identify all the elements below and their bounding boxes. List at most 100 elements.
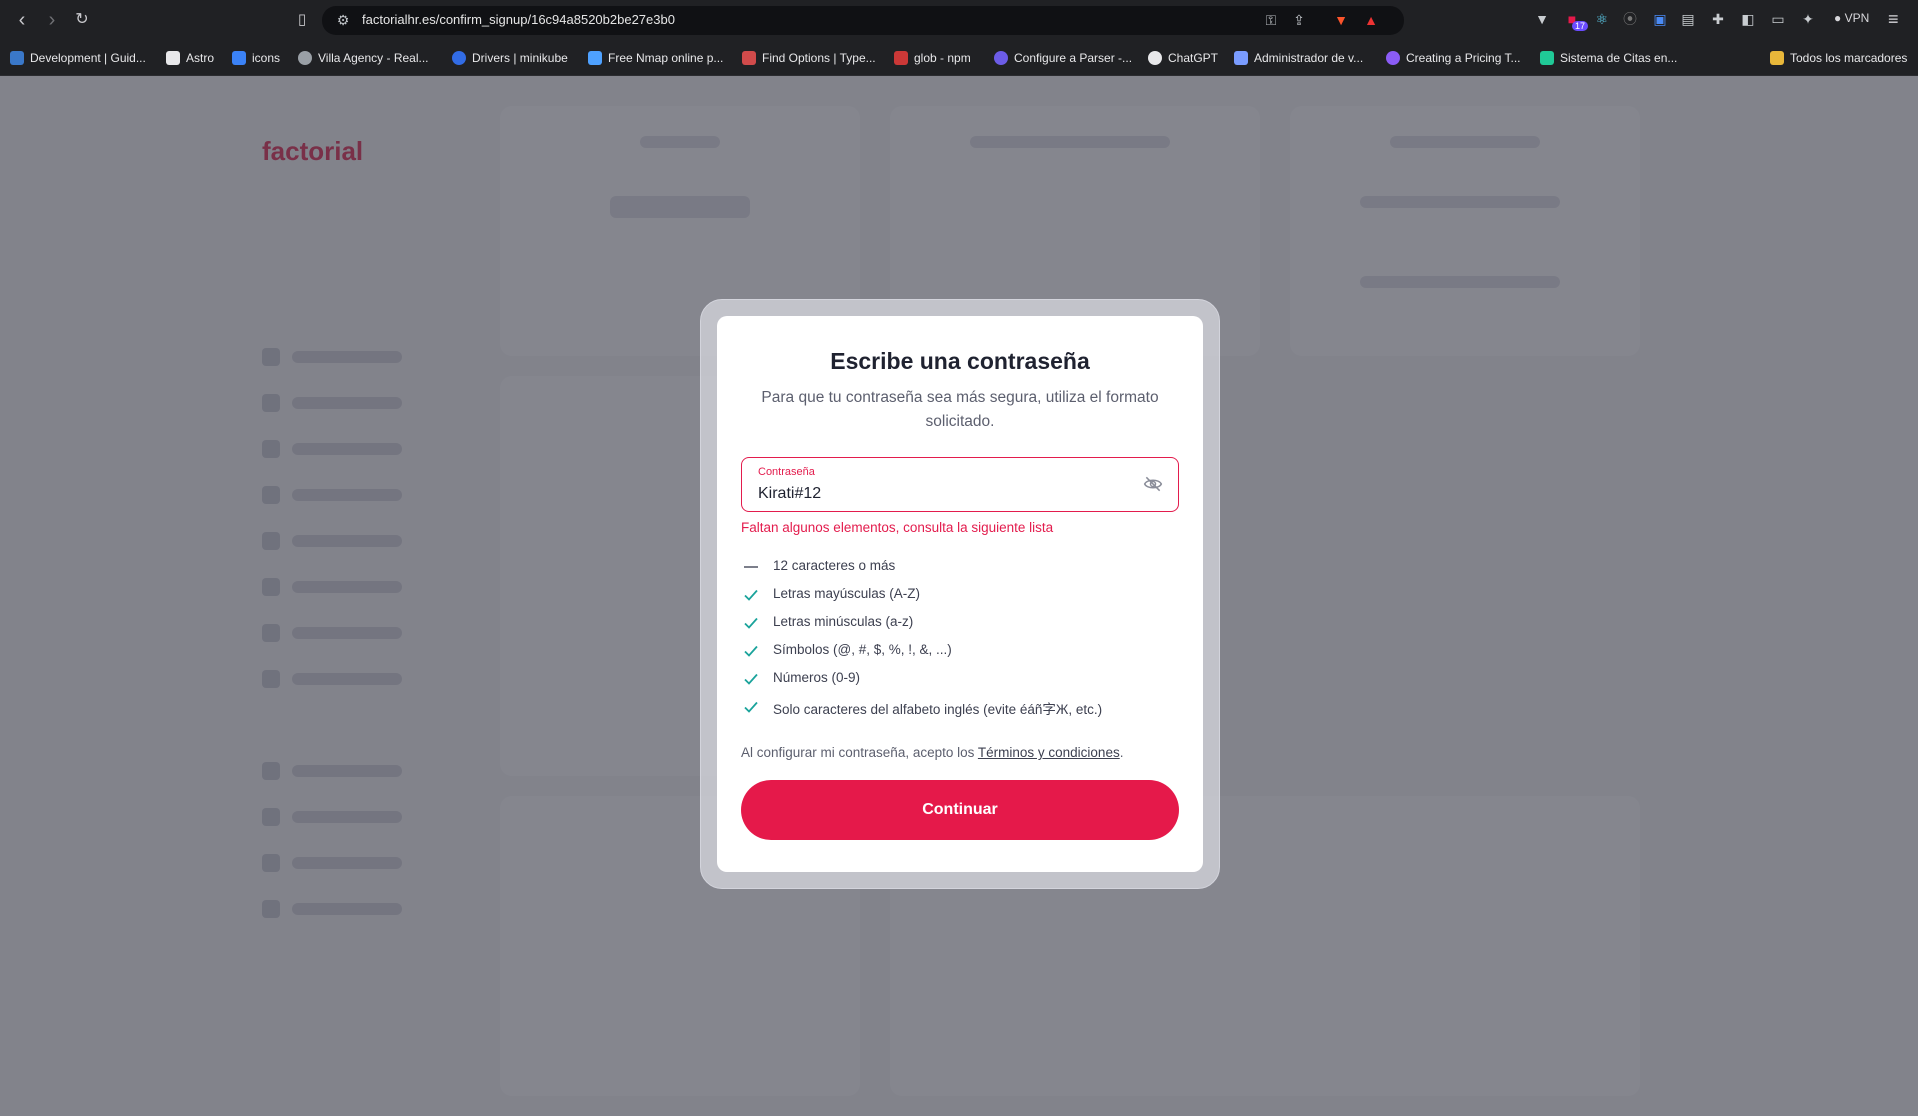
bookmark-label: Configure a Parser -... — [1014, 51, 1133, 65]
bookmark-label: Administrador de v... — [1254, 51, 1364, 65]
rule-text: 12 caracteres o más — [773, 558, 896, 573]
chatgpt-icon — [1148, 51, 1162, 65]
rule-text: Letras minúsculas (a-z) — [773, 614, 914, 629]
parser-icon — [994, 51, 1008, 65]
brave-shield-icon[interactable]: ▼ — [1332, 11, 1350, 29]
bookmark-label: Villa Agency - Real... — [318, 51, 429, 65]
all-bookmarks[interactable]: Todos los marcadores — [1770, 48, 1907, 68]
password-rule-item: Símbolos (@, #, $, %, !, &, ...) — [741, 639, 1181, 667]
password-dialog: Escribe una contraseña Para que tu contr… — [717, 316, 1203, 872]
admin-icon — [1234, 51, 1248, 65]
bookmark-item[interactable]: Astro — [166, 48, 214, 68]
bookmark-label: icons — [252, 51, 281, 65]
key-icon[interactable]: ⚿ — [1262, 11, 1280, 29]
rule-text: Solo caracteres del alfabeto inglés (evi… — [773, 702, 1103, 717]
extension-badge-count: 17 — [1572, 21, 1589, 31]
rule-text: Números (0-9) — [773, 670, 861, 685]
terms-suffix: . — [1119, 745, 1124, 760]
continue-button[interactable]: Continuar — [741, 780, 1179, 840]
astro-icon — [166, 51, 180, 65]
bookmark-item[interactable]: Development | Guid... — [10, 48, 146, 68]
rule-text: Símbolos (@, #, $, %, !, &, ...) — [773, 642, 952, 657]
password-rules-list: 12 caracteres o más Letras mayúsculas (A… — [741, 555, 1181, 723]
password-rule-item: Letras minúsculas (a-z) — [741, 611, 1181, 639]
bookmark-item[interactable]: Find Options | Type... — [742, 48, 876, 68]
password-error-message: Faltan algunos elementos, consulta la si… — [741, 520, 1054, 535]
bookmark-label: Sistema de Citas en... — [1560, 51, 1678, 65]
terms-notice: Al configurar mi contraseña, acepto los … — [741, 745, 1123, 760]
citas-icon — [1540, 51, 1554, 65]
url-text[interactable]: factorialhr.es/confirm_signup/16c94a8520… — [362, 12, 675, 27]
brave-rewards-icon[interactable]: ▲ — [1362, 11, 1380, 29]
password-rule-item: Solo caracteres del alfabeto inglés (evi… — [741, 695, 1181, 723]
terms-link[interactable]: Términos y condiciones — [978, 745, 1120, 760]
password-field[interactable]: Contraseña Kirati#12 — [741, 457, 1179, 512]
bookmark-item[interactable]: Free Nmap online p... — [588, 48, 723, 68]
reader-icon[interactable]: ▤ — [1678, 9, 1698, 29]
leo-ai-icon[interactable]: ✦ — [1798, 9, 1818, 29]
password-field-label: Contraseña — [758, 466, 815, 478]
browser-toolbar: ‹ › ↻ ▯ ⚙ factorialhr.es/confirm_signup/… — [0, 0, 1918, 40]
all-bookmarks-label: Todos los marcadores — [1790, 51, 1908, 65]
bookmarks-bar: Development | Guid... Astro icons Villa … — [0, 40, 1918, 76]
menu-icon[interactable]: ≡ — [1888, 9, 1899, 30]
check-icon — [744, 617, 758, 629]
bookmark-label: Development | Guid... — [30, 51, 146, 65]
bookmark-item[interactable]: Administrador de v... — [1234, 48, 1363, 68]
terms-prefix: Al configurar mi contraseña, acepto los — [741, 745, 978, 760]
folder-icon — [1770, 51, 1784, 65]
bookmark-label: glob - npm — [914, 51, 971, 65]
check-icon — [744, 673, 758, 685]
password-rule-item: Letras mayúsculas (A-Z) — [741, 583, 1181, 611]
bookmark-item[interactable]: icons — [232, 48, 280, 68]
eye-off-icon[interactable] — [1142, 474, 1164, 494]
rule-text: Letras mayúsculas (A-Z) — [773, 586, 921, 601]
reload-icon[interactable]: ↻ — [70, 8, 94, 32]
bookmark-item[interactable]: glob - npm — [894, 48, 971, 68]
site-info-icon[interactable]: ⚙ — [334, 11, 352, 29]
check-icon — [744, 645, 758, 657]
bookmark-item[interactable]: Drivers | minikube — [452, 48, 568, 68]
back-icon[interactable]: ‹ — [10, 8, 34, 32]
password-rule-item: Números (0-9) — [741, 667, 1181, 695]
bookmark-label: Astro — [186, 51, 215, 65]
check-icon — [744, 701, 758, 713]
dialog-title: Escribe una contraseña — [830, 348, 1090, 374]
globe-icon — [298, 51, 312, 65]
bookmark-label: Drivers | minikube — [472, 51, 568, 65]
wallet-icon[interactable]: ▭ — [1768, 9, 1788, 29]
bookmark-label: ChatGPT — [1168, 51, 1219, 65]
bookmark-label: Find Options | Type... — [762, 51, 876, 65]
bookmark-item[interactable]: Villa Agency - Real... — [298, 48, 429, 68]
vpn-label: VPN — [1844, 11, 1870, 25]
bookmark-page-icon[interactable]: ▯ — [290, 8, 314, 32]
bookmark-item[interactable]: ChatGPT — [1148, 48, 1218, 68]
bookmark-item[interactable]: Configure a Parser -... — [994, 48, 1132, 68]
nmap-icon — [588, 51, 602, 65]
react-devtools-icon[interactable]: ⚛ — [1592, 9, 1612, 29]
extension-icon[interactable]: ⦿ — [1620, 9, 1640, 29]
forward-icon[interactable]: › — [40, 8, 64, 32]
password-rule-item: 12 caracteres o más — [741, 555, 1181, 583]
vue-devtools-icon[interactable]: ▼ — [1532, 9, 1552, 29]
npm-icon — [894, 51, 908, 65]
kubernetes-icon — [452, 51, 466, 65]
share-icon[interactable]: ⇪ — [1290, 11, 1308, 29]
password-input[interactable]: Kirati#12 — [758, 485, 821, 503]
typeorm-icon — [742, 51, 756, 65]
vpn-button[interactable]: ● VPN — [1834, 11, 1869, 25]
pricing-icon — [1386, 51, 1400, 65]
extensions-puzzle-icon[interactable]: ✚ — [1708, 9, 1728, 29]
translate-icon[interactable]: ▣ — [1650, 9, 1670, 29]
dash-icon — [744, 566, 758, 568]
bookmark-label: Creating a Pricing T... — [1406, 51, 1521, 65]
address-bar[interactable]: ⚙ factorialhr.es/confirm_signup/16c94a85… — [322, 6, 1404, 35]
dialog-subtitle: Para que tu contraseña sea más segura, u… — [761, 389, 1159, 430]
bookmark-item[interactable]: Creating a Pricing T... — [1386, 48, 1521, 68]
bookmark-label: Free Nmap online p... — [608, 51, 724, 65]
check-icon — [744, 589, 758, 601]
icons-favicon-icon — [232, 51, 246, 65]
sidebar-toggle-icon[interactable]: ◧ — [1738, 9, 1758, 29]
bookmark-favicon-icon — [10, 51, 24, 65]
bookmark-item[interactable]: Sistema de Citas en... — [1540, 48, 1677, 68]
